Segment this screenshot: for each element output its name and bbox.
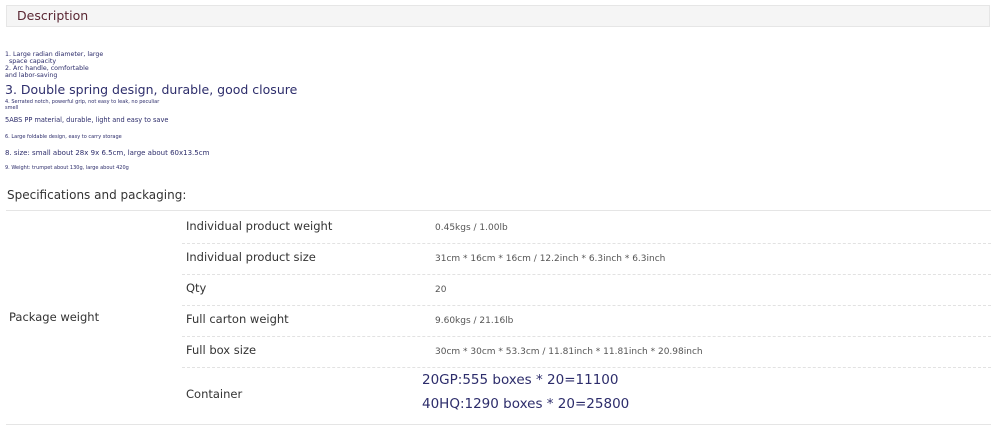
spec-row-carton-weight: Full carton weight 9.60kgs / 21.16lb xyxy=(182,306,991,337)
feature-6: 6. Large foldable design, easy to carry … xyxy=(5,134,122,140)
feature-1: 1. Large radian diameter, large xyxy=(5,51,104,58)
feature-3: 3. Double spring design, durable, good c… xyxy=(5,82,298,97)
feature-1-cont: space capacity xyxy=(9,58,57,65)
feature-4-cont: smell xyxy=(5,105,19,111)
spec-key: Individual product weight xyxy=(186,219,333,233)
description-tab[interactable]: Description xyxy=(6,5,990,27)
specs-bottom-divider xyxy=(6,424,991,425)
feature-5: 5ABS PP material, durable, light and eas… xyxy=(5,116,169,124)
feature-2: 2. Arc handle, comfortable xyxy=(5,65,89,72)
container-20gp: 20GP:555 boxes * 20=11100 xyxy=(422,372,619,388)
spec-key: Container xyxy=(186,387,243,401)
spec-row-container: Container 20GP:555 boxes * 20=11100 40HQ… xyxy=(182,368,991,424)
spec-value: 31cm * 16cm * 16cm / 12.2inch * 6.3inch … xyxy=(435,254,666,264)
feature-8: 8. size: small about 28x 9x 6.5cm, large… xyxy=(5,149,210,157)
spec-value: 20 xyxy=(435,285,447,295)
spec-key: Individual product size xyxy=(186,250,316,264)
package-weight-label: Package weight xyxy=(9,310,100,324)
description-tab-label: Description xyxy=(17,8,89,23)
spec-key: Full box size xyxy=(186,343,257,357)
specs-title: Specifications and packaging: xyxy=(7,188,187,202)
spec-row-qty: Qty 20 xyxy=(182,275,991,306)
spec-row-size: Individual product size 31cm * 16cm * 16… xyxy=(182,244,991,275)
spec-row-box-size: Full box size 30cm * 30cm * 53.3cm / 11.… xyxy=(182,337,991,368)
spec-key: Full carton weight xyxy=(186,312,289,326)
spec-key: Qty xyxy=(186,281,207,295)
spec-value: 30cm * 30cm * 53.3cm / 11.81inch * 11.81… xyxy=(435,347,703,357)
container-40hq: 40HQ:1290 boxes * 20=25800 xyxy=(422,396,630,412)
spec-value: 9.60kgs / 21.16lb xyxy=(435,316,514,326)
feature-4: 4. Serrated notch, powerful grip, not ea… xyxy=(5,99,160,105)
spec-value: 0.45kgs / 1.00lb xyxy=(435,223,508,233)
feature-9: 9. Weight: trumpet about 130g, large abo… xyxy=(5,165,129,171)
spec-row-weight: Individual product weight 0.45kgs / 1.00… xyxy=(182,211,991,244)
feature-2-cont: and labor-saving xyxy=(5,72,58,79)
